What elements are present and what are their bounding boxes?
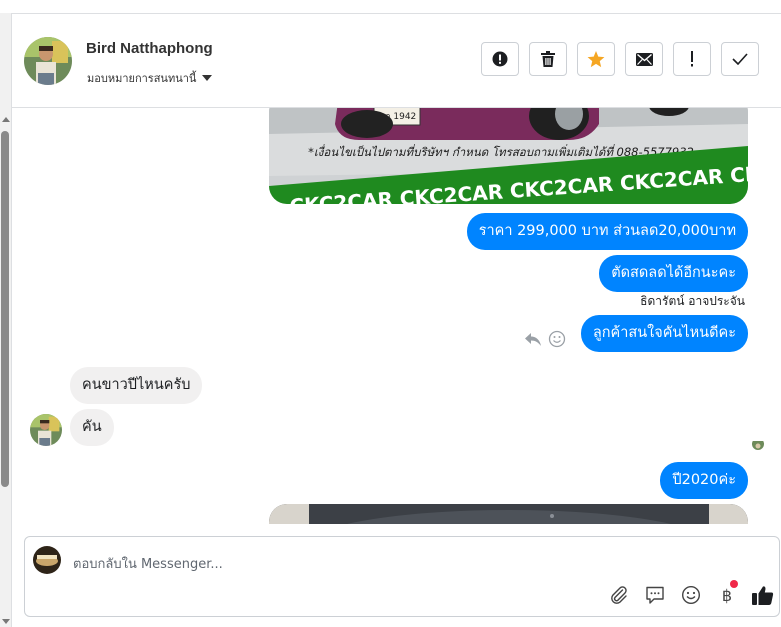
outgoing-message[interactable]: ปี2020ค่ะ [660, 462, 748, 499]
like-icon [752, 586, 774, 605]
attach-file-button[interactable] [601, 583, 637, 607]
trash-icon [541, 51, 555, 67]
notification-dot [730, 580, 738, 588]
sender-name: ธิดารัตน์ อาจประจัน [640, 294, 745, 308]
conversation-header: Bird Natthaphong มอบหมายการสนทนานี้ [12, 14, 781, 108]
scroll-up-arrow-icon[interactable] [2, 117, 10, 122]
scroll-down-arrow-icon[interactable] [2, 619, 10, 624]
mark-important-button[interactable] [673, 42, 711, 76]
payment-button[interactable]: ฿ [709, 580, 745, 607]
outgoing-message[interactable]: ตัดสดลดได้อีกนะคะ [599, 255, 748, 292]
payment-icon: ฿ [721, 585, 733, 605]
scroll-thumb[interactable] [1, 131, 9, 487]
contact-name[interactable]: Bird Natthaphong [86, 40, 213, 57]
chat-scrollbar[interactable] [0, 13, 12, 627]
assign-label: มอบหมายการสนทนานี้ [87, 72, 197, 85]
mark-done-button[interactable] [721, 42, 759, 76]
envelope-icon [635, 52, 653, 66]
window-top-bar [0, 0, 781, 14]
react-emoji-icon[interactable] [548, 330, 566, 348]
seen-indicator-avatar [752, 438, 764, 450]
check-icon [732, 53, 748, 65]
paperclip-icon [611, 586, 627, 604]
image-attachment[interactable] [269, 504, 748, 524]
contact-avatar-small[interactable] [30, 414, 62, 446]
caret-down-icon [202, 75, 213, 81]
reply-icon[interactable] [524, 331, 542, 347]
reply-input[interactable]: ตอบกลับใน Messenger... [73, 553, 223, 574]
incoming-message[interactable]: คัน [70, 409, 114, 446]
car-photo-attachment[interactable]: กา 1942 *เงื่อนไขเป็นไปตามที่บริษัทฯ กำห… [269, 108, 748, 204]
message-thread[interactable]: กา 1942 *เงื่อนไขเป็นไปตามที่บริษัทฯ กำห… [12, 108, 781, 524]
composer-actions: ฿ [601, 580, 781, 607]
assign-conversation-dropdown[interactable]: มอบหมายการสนทนานี้ [87, 69, 213, 87]
message-actions [524, 330, 566, 348]
contact-avatar[interactable] [24, 37, 72, 85]
star-icon [587, 50, 605, 67]
emoji-button[interactable] [673, 583, 709, 607]
alert-circle-icon [492, 51, 508, 67]
page-avatar [33, 546, 61, 574]
delete-button[interactable] [529, 42, 567, 76]
like-button[interactable] [745, 583, 781, 607]
outgoing-message[interactable]: ลูกค้าสนใจคันไหนดีคะ [580, 315, 748, 352]
conversation-actions [481, 42, 769, 76]
mark-unread-button[interactable] [625, 42, 663, 76]
message-composer[interactable]: ตอบกลับใน Messenger... ฿ [24, 536, 780, 617]
saved-reply-icon [646, 586, 664, 604]
incoming-message[interactable]: คนขาวปีไหนครับ [70, 367, 203, 404]
saved-replies-button[interactable] [637, 583, 673, 607]
outgoing-message[interactable]: ราคา 299,000 บาท ส่วนลด20,000บาท [466, 213, 748, 250]
mark-spam-button[interactable] [481, 42, 519, 76]
star-button[interactable] [577, 42, 615, 76]
emoji-icon [681, 585, 701, 605]
exclamation-icon [691, 51, 693, 67]
